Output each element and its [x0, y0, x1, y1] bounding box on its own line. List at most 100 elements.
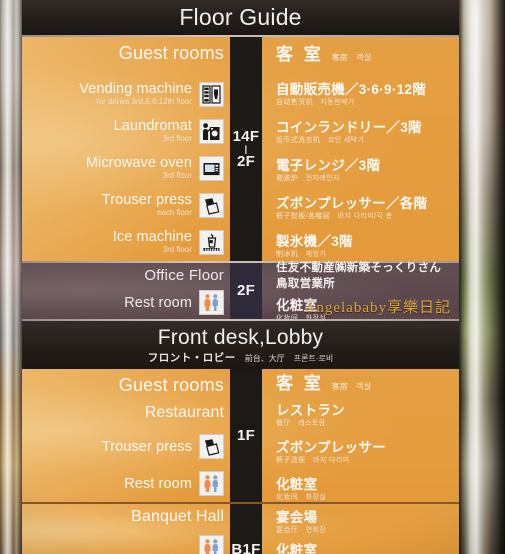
item-sublabel-jp: 餐厅 레스토랑: [276, 420, 326, 427]
elevator-jamb-right: [459, 0, 505, 554]
floor-block-b1f: Banquet Hall B1F 宴会場 宴会厅 연회장 化粧室: [22, 504, 459, 554]
floor-number: 1F: [236, 426, 256, 444]
item-sublabel: for drinks 3rd.6.9.12th floor: [96, 97, 192, 106]
item-label-jp: 自動販売機／3·6·9·12階: [276, 81, 427, 97]
list-item-jp: 製氷機／3階 制冰机 제빙기: [276, 234, 459, 259]
page-title: Floor Guide: [179, 4, 302, 30]
item-label-office-floor: Office Floor: [144, 267, 224, 284]
heading-cn: 客房: [331, 52, 349, 62]
english-column: Guest rooms Restaurant Trouser press Res…: [22, 369, 230, 502]
japanese-column: 宴会場 宴会厅 연회장 化粧室: [262, 504, 459, 554]
elevator-jamb-left: [0, 0, 22, 554]
item-label: Microwave oven: [85, 155, 192, 171]
item-sublabel-jp: 微波炉 전자레인지: [276, 174, 340, 182]
item-label-jp: 住友不動産㈱新築そっくりさん 鳥取営業所: [276, 261, 454, 290]
item-sublabel-jp: 宴会厅 연회장: [276, 526, 327, 534]
item-label: Vending machine: [79, 81, 192, 97]
laundromat-icon: [199, 118, 224, 144]
section-title-floor-guide: Floor Guide: [22, 0, 459, 35]
floor-block-14f-2f: Guest rooms Vending machine for drinks 3…: [22, 37, 459, 261]
item-label: Rest room: [124, 475, 192, 492]
heading-kr: 객실: [356, 382, 372, 391]
rest-room-icon: [199, 290, 224, 315]
section-heading-guest-rooms-jp: 客 室 客房 객실: [276, 40, 459, 65]
list-item-jp: ズボンプレッサー／各階 裤子熨板/各楼层 바지 다리미/각 층: [276, 196, 459, 221]
list-item-jp: 住友不動産㈱新築そっくりさん 鳥取営業所: [276, 260, 459, 292]
item-sublabel-jp: 化妆间 화장실: [276, 494, 327, 501]
item-sublabel: 3rd floor: [162, 134, 192, 143]
heading-jp: 客 室: [276, 44, 324, 64]
list-item: Restaurant: [22, 405, 224, 421]
list-item-jp: 宴会場 宴会厅 연회장: [276, 510, 459, 535]
list-item: Banquet Hall: [22, 507, 224, 525]
list-item-jp: ズボンプレッサー 裤子烫板 바지 다리미: [276, 440, 459, 465]
list-item: Rest room: [22, 290, 224, 315]
heading-cn: 客房: [331, 382, 349, 391]
heading-jp: 客 室: [276, 374, 324, 393]
floor-indicator-2f: 2F: [230, 263, 262, 319]
rest-room-icon: [199, 534, 224, 554]
item-sublabel: each floor: [156, 208, 192, 217]
item-label: Trouser press: [101, 438, 192, 455]
floor-indicator-14f-2f: 14F | 2F: [230, 37, 262, 261]
item-sublabel: 3rd floor: [162, 171, 192, 180]
item-sublabel-jp: 自动售货机 자동판매기: [276, 98, 355, 106]
item-label-jp: ズボンプレッサー: [276, 440, 386, 455]
japanese-column: 客 室 客房 객실 レストラン 餐厅 레스토랑 ズボンプレッサー 裤子烫板 바지…: [262, 369, 459, 502]
item-label: Restaurant: [144, 404, 224, 421]
item-label: Banquet Hall: [131, 507, 224, 525]
section-heading-guest-rooms: Guest rooms: [118, 43, 224, 63]
list-item: Laundromat 3rd floor: [22, 118, 224, 144]
list-item-jp: 自動販売機／3·6·9·12階 自动售货机 자동판매기: [276, 82, 459, 107]
item-label: Rest room: [124, 294, 192, 311]
rest-room-icon: [199, 471, 224, 496]
list-item: Rest room: [22, 471, 224, 496]
list-item-jp: 電子レンジ／3階 微波炉 전자레인지: [276, 158, 459, 183]
trouser-press-icon: [199, 434, 224, 459]
english-column: Guest rooms Vending machine for drinks 3…: [22, 37, 230, 261]
item-label: Laundromat: [113, 118, 192, 134]
section-title-front-desk: Front desk,Lobby フロント・ロビー 前台、大厅 프론트·로비: [22, 321, 459, 369]
item-sublabel-jp: 裤子熨板/各楼层 바지 다리미/각 층: [276, 212, 393, 220]
floor-block-1f: Guest rooms Restaurant Trouser press Res…: [22, 369, 459, 502]
section-heading-guest-rooms-jp-1f: 客 室 客房 객실: [276, 369, 459, 394]
subtitle-kr: 프론트·로비: [293, 354, 334, 363]
page-subtitle-2: フロント・ロビー 前台、大厅 프론트·로비: [148, 350, 333, 365]
japanese-column: 客 室 客房 객실 自動販売機／3·6·9·12階 自动售货机 자동판매기 コイ…: [262, 37, 459, 261]
item-sublabel: 3rd floor: [162, 245, 192, 254]
floor-block-2f: Office Floor Rest room 2F 住友不動産㈱新築そっくりさん…: [22, 260, 459, 322]
heading-kr: 객실: [356, 52, 372, 62]
list-item: Trouser press: [22, 434, 224, 459]
list-item-jp: 化粧室: [276, 543, 459, 554]
list-item-jp: レストラン 餐厅 레스토랑: [276, 403, 459, 428]
list-item: [22, 534, 224, 554]
item-label-jp: ズボンプレッサー／各階: [276, 195, 428, 211]
item-label-jp: 化粧室: [276, 477, 318, 492]
floor-guide-sign: Floor Guide Guest rooms Vending machine …: [22, 0, 459, 554]
trouser-press-icon: [199, 192, 224, 218]
floor-indicator-b1f: B1F: [230, 504, 262, 554]
item-label-jp: 製氷機／3階: [276, 233, 353, 249]
subtitle-jp: フロント・ロビー: [147, 352, 236, 364]
vending-machine-icon: [199, 81, 224, 107]
item-sublabel-jp: 裤子烫板 바지 다리미: [276, 457, 350, 464]
item-label-jp: 電子レンジ／3階: [276, 157, 381, 173]
screenshot-stage: Floor Guide Guest rooms Vending machine …: [0, 0, 505, 554]
list-item: Vending machine for drinks 3rd.6.9.12th …: [22, 81, 224, 107]
item-sublabel-jp: 投币式洗衣机 코인 세탁기: [276, 136, 365, 144]
list-item-jp: コインランドリー／3階 投币式洗衣机 코인 세탁기: [276, 120, 459, 145]
ice-machine-icon: [199, 229, 224, 255]
section-heading-guest-rooms-1f: Guest rooms: [118, 375, 224, 395]
item-label: Trouser press: [101, 192, 192, 208]
item-label: Ice machine: [112, 229, 192, 245]
item-sublabel-jp: 制冰机 제빙기: [276, 250, 327, 258]
floor-number: B1F: [231, 541, 261, 554]
microwave-oven-icon: [199, 155, 224, 181]
floor-number: 2F: [236, 282, 256, 300]
subtitle-cn: 前台、大厅: [244, 354, 285, 363]
floor-range-dash: |: [244, 143, 248, 154]
item-label-jp: コインランドリー／3階: [276, 119, 422, 135]
page-title-2: Front desk,Lobby: [157, 326, 324, 349]
floor-indicator-1f: 1F: [230, 369, 262, 502]
list-item: Ice machine 3rd floor: [22, 229, 224, 255]
